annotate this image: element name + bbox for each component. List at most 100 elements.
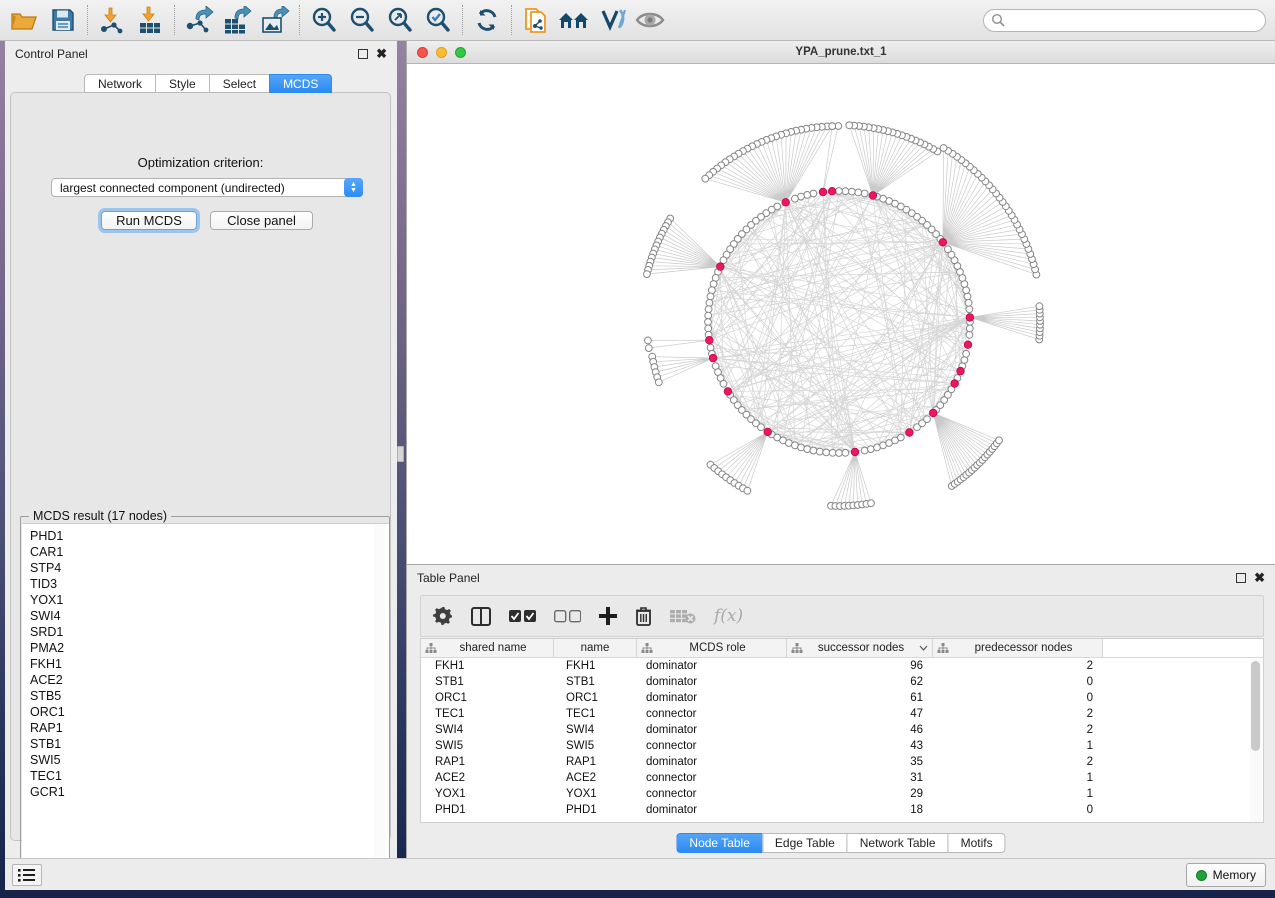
mcds-node[interactable] (717, 263, 725, 271)
network-node[interactable] (966, 325, 973, 332)
window-maximize-icon[interactable] (455, 47, 466, 58)
network-node[interactable] (966, 306, 973, 313)
tab-network-table[interactable]: Network Table (847, 833, 948, 853)
table-scrollbar-thumb[interactable] (1251, 661, 1260, 751)
float-panel-icon[interactable] (1236, 573, 1246, 583)
network-graph-canvas[interactable] (407, 64, 1275, 564)
network-leaf-node[interactable] (645, 337, 652, 344)
network-leaf-node[interactable] (655, 379, 662, 386)
mcds-node[interactable] (782, 199, 790, 207)
close-panel-button[interactable]: Close panel (210, 211, 313, 230)
network-leaf-node[interactable] (868, 500, 875, 507)
column-header-mcds-role[interactable]: MCDS role (637, 639, 787, 657)
network-node[interactable] (829, 449, 836, 456)
network-leaf-node[interactable] (940, 145, 947, 152)
network-node[interactable] (709, 287, 716, 294)
network-node[interactable] (861, 447, 868, 454)
network-node[interactable] (810, 190, 817, 197)
mcds-node[interactable] (851, 448, 859, 456)
mcds-result-item[interactable]: FKH1 (30, 656, 389, 672)
mcds-list-scrollbar[interactable] (374, 524, 385, 878)
network-node[interactable] (816, 448, 823, 455)
run-mcds-button[interactable]: Run MCDS (101, 211, 197, 230)
network-node[interactable] (707, 344, 714, 351)
mcds-result-item[interactable]: STB5 (30, 688, 389, 704)
mcds-node[interactable] (819, 188, 827, 196)
tab-mcds[interactable]: MCDS (269, 74, 332, 93)
export-image-button[interactable] (256, 3, 294, 37)
network-node[interactable] (705, 312, 712, 319)
network-leaf-node[interactable] (829, 123, 836, 130)
mcds-result-item[interactable]: CAR1 (30, 544, 389, 560)
mcds-result-item[interactable]: PHD1 (30, 528, 389, 544)
search-input[interactable] (1006, 14, 1265, 28)
deselect-all-icon[interactable] (554, 610, 581, 623)
network-node[interactable] (823, 449, 830, 456)
mcds-result-item[interactable]: YOX1 (30, 592, 389, 608)
network-node[interactable] (706, 299, 713, 306)
table-row[interactable]: TEC1TEC1connector472 (421, 706, 1263, 722)
mcds-node[interactable] (964, 341, 972, 349)
mcds-node[interactable] (906, 429, 914, 437)
tab-motifs[interactable]: Motifs (948, 833, 1006, 853)
network-node[interactable] (842, 449, 849, 456)
table-row[interactable]: FKH1FKH1dominator962 (421, 658, 1263, 674)
mcds-result-list[interactable]: PHD1CAR1STP4TID3YOX1SWI4SRD1PMA2FKH1ACE2… (22, 523, 389, 879)
network-node[interactable] (792, 195, 799, 202)
table-row[interactable]: STB1STB1dominator620 (421, 674, 1263, 690)
network-node[interactable] (810, 447, 817, 454)
network-leaf-node[interactable] (644, 271, 651, 278)
network-node[interactable] (924, 416, 931, 423)
delete-column-trash-icon[interactable] (635, 606, 652, 626)
mcds-node[interactable] (957, 367, 965, 375)
network-node[interactable] (842, 188, 849, 195)
mcds-result-item[interactable]: GCR1 (30, 784, 389, 800)
network-node[interactable] (720, 380, 727, 387)
window-minimize-icon[interactable] (436, 47, 447, 58)
network-node[interactable] (707, 293, 714, 300)
tab-edge-table[interactable]: Edge Table (762, 833, 847, 853)
table-row[interactable]: YOX1YOX1connector291 (421, 786, 1263, 802)
search-box[interactable] (983, 9, 1266, 32)
network-node[interactable] (804, 446, 811, 453)
mcds-node[interactable] (724, 388, 732, 396)
tab-style[interactable]: Style (155, 74, 209, 93)
mcds-node[interactable] (951, 380, 959, 388)
network-node[interactable] (758, 424, 765, 431)
mcds-result-item[interactable]: TID3 (30, 576, 389, 592)
mcds-result-item[interactable]: ORC1 (30, 704, 389, 720)
tab-node-table[interactable]: Node Table (676, 833, 762, 853)
mcds-node[interactable] (939, 239, 947, 247)
mcds-result-item[interactable]: SWI4 (30, 608, 389, 624)
network-node[interactable] (705, 306, 712, 313)
export-network-button[interactable] (180, 3, 218, 37)
table-row[interactable]: SWI4SWI4dominator462 (421, 722, 1263, 738)
network-leaf-node[interactable] (996, 437, 1003, 444)
mcds-result-item[interactable]: ACE2 (30, 672, 389, 688)
table-row[interactable]: ACE2ACE2connector311 (421, 770, 1263, 786)
mcds-result-item[interactable]: STB1 (30, 736, 389, 752)
table-row[interactable]: RAP1RAP1dominator352 (421, 754, 1263, 770)
refresh-button[interactable] (468, 3, 506, 37)
network-leaf-node[interactable] (645, 345, 652, 352)
column-header-predecessor-nodes[interactable]: predecessor nodes (933, 639, 1103, 657)
column-header-successor-nodes[interactable]: successor nodes (787, 639, 933, 657)
mcds-node[interactable] (764, 428, 772, 436)
network-leaf-node[interactable] (702, 175, 709, 182)
zoom-in-button[interactable] (305, 3, 343, 37)
optimization-criterion-select[interactable]: largest connected component (undirected)… (51, 178, 363, 197)
import-network-button[interactable] (93, 3, 131, 37)
table-row[interactable]: PHD1PHD1dominator180 (421, 802, 1263, 818)
tab-select[interactable]: Select (209, 74, 269, 93)
network-node[interactable] (945, 246, 952, 253)
import-table-button[interactable] (131, 3, 169, 37)
mcds-result-item[interactable]: PMA2 (30, 640, 389, 656)
network-node[interactable] (963, 350, 970, 357)
float-panel-icon[interactable] (358, 49, 368, 59)
export-table-button[interactable] (218, 3, 256, 37)
column-layout-icon[interactable] (471, 607, 491, 626)
network-node[interactable] (855, 189, 862, 196)
add-column-icon[interactable] (599, 607, 617, 625)
hide-selected-button[interactable] (631, 3, 669, 37)
table-row[interactable]: ORC1ORC1dominator610 (421, 690, 1263, 706)
